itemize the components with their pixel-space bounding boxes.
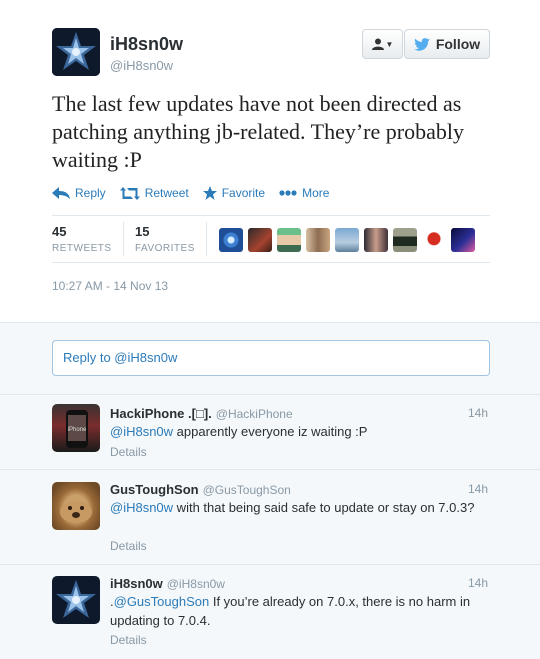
favoriter-avatar[interactable]: [248, 228, 272, 252]
author-name[interactable]: iH8sn0w: [110, 34, 183, 55]
favorite-action[interactable]: Favorite: [202, 186, 266, 200]
retweet-icon: [119, 186, 140, 200]
star-icon: [202, 186, 217, 200]
reply-author-name: GusToughSon: [110, 482, 199, 497]
favoriter-avatar[interactable]: [277, 228, 301, 252]
reply-item[interactable]: iH8sn0w @iH8sn0w 14h .@GusToughSon If you…: [0, 564, 540, 659]
more-dots-icon: [279, 190, 297, 196]
reply-body: apparently everyone iz waiting :P: [173, 424, 368, 439]
reply-avatar[interactable]: iPhone: [52, 404, 100, 452]
reply-text: @iH8sn0w apparently everyone iz waiting …: [110, 422, 490, 441]
stats-divider-top: [52, 215, 490, 216]
reply-author[interactable]: GusToughSon @GusToughSon: [110, 482, 291, 497]
retweets-count: 45: [52, 224, 67, 239]
reply-text: @iH8sn0w with that being said safe to up…: [110, 498, 490, 517]
favorites-stat[interactable]: 15 FAVORITES: [135, 224, 195, 254]
reply-item[interactable]: iPhone HackiPhone .[□]. @HackiPhone 14h @…: [0, 394, 540, 468]
stat-separator: [123, 222, 124, 256]
reply-author-handle: @GusToughSon: [202, 483, 291, 497]
retweet-label: Retweet: [144, 186, 189, 200]
follow-button[interactable]: Follow: [404, 29, 490, 59]
reply-mention[interactable]: @iH8sn0w: [110, 424, 173, 439]
favoriter-avatar[interactable]: [306, 228, 330, 252]
more-label: More: [302, 186, 330, 200]
stat-separator: [206, 222, 207, 256]
favoriter-avatar[interactable]: [451, 228, 475, 252]
reply-avatar[interactable]: [52, 576, 100, 624]
reply-time[interactable]: 14h: [468, 406, 488, 420]
favoriter-avatar[interactable]: [422, 228, 446, 252]
reply-details-link[interactable]: Details: [110, 445, 147, 459]
retweets-stat[interactable]: 45 RETWEETS: [52, 224, 112, 254]
favorites-label: FAVORITES: [135, 243, 195, 254]
reply-icon: [52, 187, 70, 199]
tweet-card: iH8sn0w @iH8sn0w ▼ Follow The last few u…: [0, 0, 540, 659]
more-action[interactable]: More: [279, 186, 329, 200]
author-avatar[interactable]: [52, 28, 100, 76]
tweet-text: The last few updates have not been direc…: [52, 91, 464, 172]
author-handle[interactable]: @iH8sn0w: [110, 58, 173, 73]
favoriter-avatar[interactable]: [393, 228, 417, 252]
tweet-timestamp[interactable]: 10:27 AM - 14 Nov 13: [52, 279, 168, 293]
reply-time[interactable]: 14h: [468, 576, 488, 590]
reply-input[interactable]: Reply to @iH8sn0w: [52, 340, 490, 376]
reply-mention[interactable]: @iH8sn0w: [110, 500, 173, 515]
reply-avatar[interactable]: [52, 482, 100, 530]
reply-time[interactable]: 14h: [468, 482, 488, 496]
reply-author-handle: @iH8sn0w: [166, 577, 225, 591]
reply-author-name: HackiPhone .[□].: [110, 406, 212, 421]
retweets-label: RETWEETS: [52, 243, 112, 254]
svg-text:iPhone: iPhone: [68, 427, 87, 433]
reply-mention[interactable]: @GusToughSon: [114, 594, 210, 609]
favoriters-list: [219, 228, 475, 252]
reply-text: .@GusToughSon If you’re already on 7.0.x…: [110, 592, 490, 630]
favoriter-avatar[interactable]: [364, 228, 388, 252]
favoriter-avatar[interactable]: [335, 228, 359, 252]
reply-action[interactable]: Reply: [52, 186, 106, 200]
reply-item[interactable]: GusToughSon @GusToughSon 14h @iH8sn0w wit…: [0, 469, 540, 563]
favoriter-avatar[interactable]: [219, 228, 243, 252]
reply-author-handle: @HackiPhone: [215, 407, 293, 421]
bird-icon: [414, 37, 430, 51]
stats-divider-bottom: [52, 262, 490, 263]
user-actions-button[interactable]: ▼: [362, 29, 403, 59]
reply-author[interactable]: HackiPhone .[□]. @HackiPhone: [110, 406, 293, 421]
reply-placeholder: Reply to @iH8sn0w: [63, 350, 178, 365]
favorite-label: Favorite: [221, 186, 266, 200]
user-icon: [371, 38, 384, 50]
reply-details-link[interactable]: Details: [110, 633, 147, 647]
favorites-count: 15: [135, 224, 150, 239]
retweet-action[interactable]: Retweet: [119, 186, 189, 200]
chevron-down-icon: ▼: [385, 39, 394, 49]
reply-body: with that being said safe to update or s…: [173, 500, 475, 515]
reply-label: Reply: [75, 186, 106, 200]
reply-author-name: iH8sn0w: [110, 576, 163, 591]
tweet-actions: Reply Retweet Favorite More: [52, 186, 329, 200]
follow-label: Follow: [435, 36, 481, 52]
reply-details-link[interactable]: Details: [110, 539, 147, 553]
reply-author[interactable]: iH8sn0w @iH8sn0w: [110, 576, 225, 591]
